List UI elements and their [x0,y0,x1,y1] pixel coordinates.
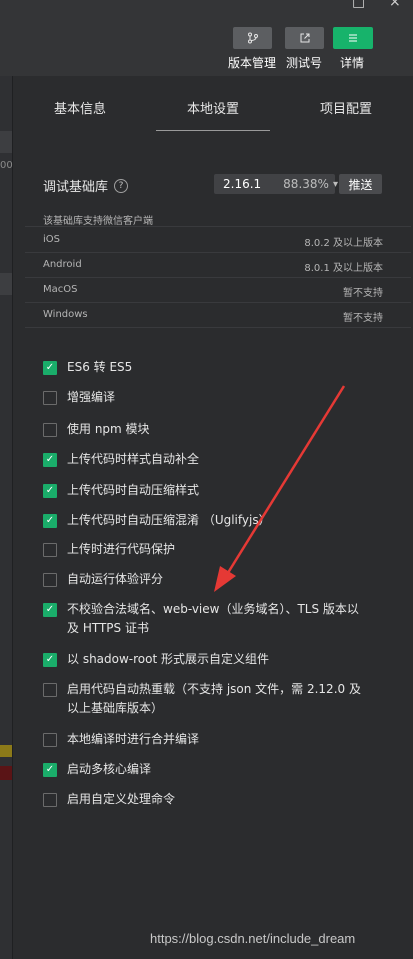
annotation-arrow [214,385,346,592]
watermark: https://blog.csdn.net/include_dream [150,931,356,946]
